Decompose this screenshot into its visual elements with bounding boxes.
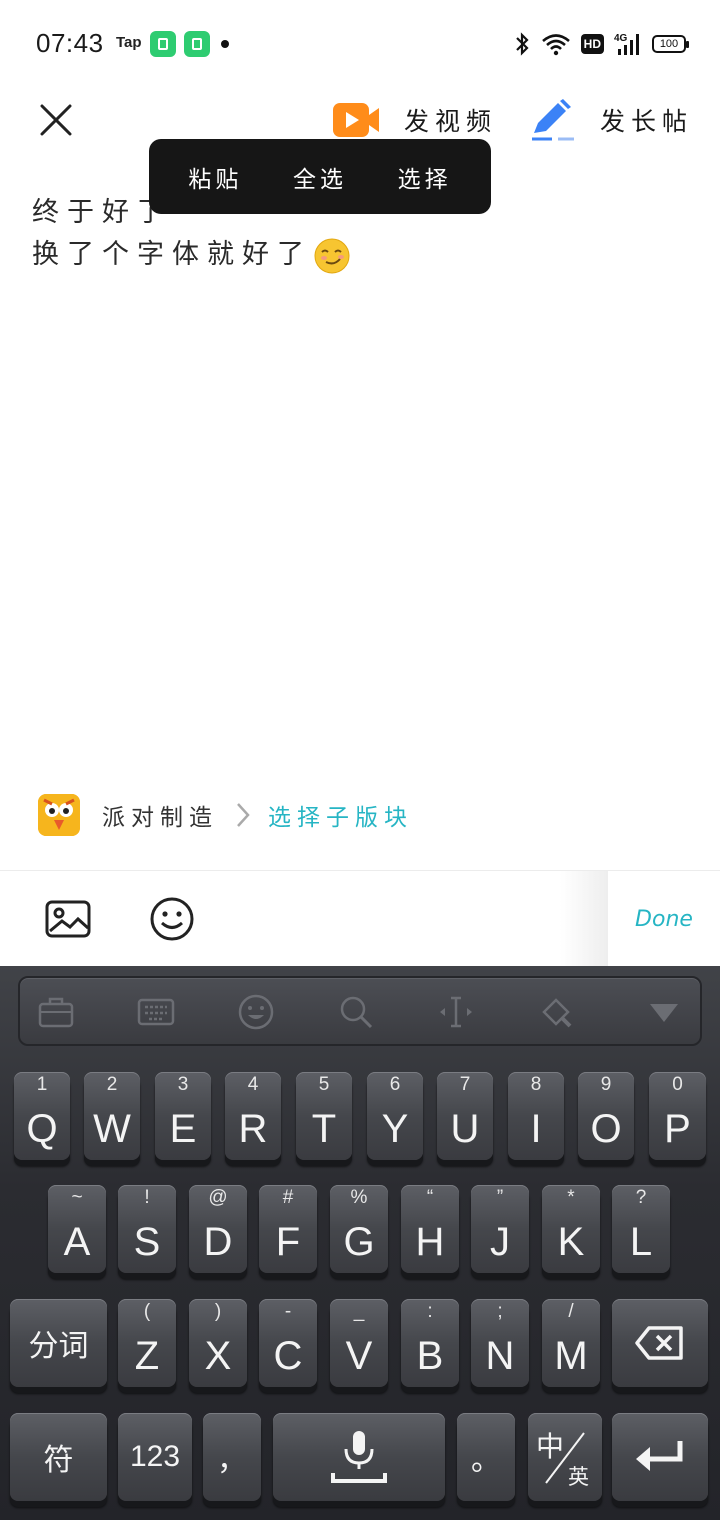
key-t[interactable]: 5T xyxy=(296,1072,352,1160)
key-d[interactable]: @ D xyxy=(189,1185,247,1273)
key-s[interactable]: ! S xyxy=(118,1185,176,1273)
key-f[interactable]: # F xyxy=(259,1185,317,1273)
symbol-key[interactable]: 符 xyxy=(10,1413,107,1501)
backspace-key[interactable] xyxy=(612,1299,708,1387)
hd-voice-icon: HD xyxy=(580,34,604,54)
key-u[interactable]: 7U xyxy=(437,1072,493,1160)
soft-keyboard: 1Q 2W 3E 4R 5T 6Y 7U 8I 9O 0P ~ A ! S @ D #… xyxy=(0,966,720,1520)
key-z[interactable]: (Z xyxy=(118,1299,176,1387)
comma-key[interactable]: ， xyxy=(203,1413,261,1501)
period-key[interactable]: 。 xyxy=(457,1413,515,1501)
battery-icon: 100 xyxy=(652,35,689,53)
key-w[interactable]: 2W xyxy=(84,1072,140,1160)
enter-icon xyxy=(636,1441,683,1471)
cursor-move-icon[interactable] xyxy=(436,992,476,1032)
taptap-notification-icon: Tap xyxy=(116,34,142,51)
lang-english-label: 英 xyxy=(568,1465,589,1489)
board-selector[interactable]: 派对制造 选择子版块 xyxy=(38,792,413,838)
voice-input-key[interactable] xyxy=(273,1413,445,1501)
collapse-keyboard-icon[interactable] xyxy=(644,992,684,1032)
paste-menu-item[interactable]: 粘贴 xyxy=(188,160,242,194)
key-g[interactable]: % G xyxy=(330,1185,388,1273)
select-sub-board-link[interactable]: 选择子版块 xyxy=(268,798,413,832)
post-line-2: 换了个字体就好了 xyxy=(32,234,350,276)
post-video-button[interactable]: 发视频 xyxy=(332,96,497,144)
key-o[interactable]: 9O xyxy=(578,1072,634,1160)
key-j[interactable]: ” J xyxy=(471,1185,529,1273)
keyboard-toolbar xyxy=(18,976,702,1046)
bluetooth-icon xyxy=(515,32,529,56)
post-long-article-button[interactable]: 发长帖 xyxy=(530,96,693,144)
key-q[interactable]: 1Q xyxy=(14,1072,70,1160)
key-m[interactable]: / M xyxy=(542,1299,600,1387)
status-bar: 07:43 Tap HD 4G 100 xyxy=(0,0,720,88)
key-a[interactable]: ~ A xyxy=(48,1185,106,1273)
select-all-menu-item[interactable]: 全选 xyxy=(293,160,347,194)
key-h[interactable]: “H xyxy=(401,1185,459,1273)
enter-key[interactable] xyxy=(612,1413,708,1501)
toolbar-fade xyxy=(560,871,608,967)
key-c[interactable]: -C xyxy=(259,1299,317,1387)
app-notification-icon xyxy=(150,31,176,57)
keyboard-layout-icon[interactable] xyxy=(136,992,176,1032)
status-icons: HD 4G 100 xyxy=(513,30,689,58)
key-v[interactable]: _ V xyxy=(330,1299,388,1387)
pen-icon xyxy=(532,99,574,141)
battery-app-notification-icon xyxy=(184,31,210,57)
key-k[interactable]: * K xyxy=(542,1185,600,1273)
key-b[interactable]: :B xyxy=(401,1299,459,1387)
skin-theme-icon[interactable] xyxy=(536,992,576,1032)
segment-key[interactable]: 分词 xyxy=(10,1299,107,1387)
backspace-icon xyxy=(635,1326,683,1360)
cellular-signal-icon: 4G xyxy=(614,33,639,55)
emoji-icon[interactable] xyxy=(148,895,196,943)
video-camera-icon xyxy=(333,103,379,137)
smirk-emoji-icon xyxy=(314,238,350,273)
key-r[interactable]: 4R xyxy=(225,1072,281,1160)
key-i[interactable]: 8I xyxy=(508,1072,564,1160)
wifi-icon xyxy=(541,34,570,56)
status-time: 07:43 xyxy=(36,28,104,58)
key-p[interactable]: 0P xyxy=(649,1072,706,1160)
more-notifications-dot xyxy=(221,40,229,48)
lang-divider xyxy=(545,1432,585,1484)
svg-text:4G: 4G xyxy=(614,33,628,44)
board-name: 派对制造 xyxy=(102,805,218,831)
emoji-icon[interactable] xyxy=(236,992,276,1032)
language-switch-key[interactable]: 中 英 xyxy=(528,1413,602,1501)
toolbox-icon[interactable] xyxy=(36,992,76,1032)
post-long-article-label: 发长帖 xyxy=(600,107,694,136)
chevron-right-icon xyxy=(237,803,250,827)
numbers-key[interactable]: 123 xyxy=(118,1413,192,1501)
close-icon xyxy=(40,104,72,136)
close-button[interactable] xyxy=(36,100,76,140)
key-y[interactable]: 6Y xyxy=(367,1072,423,1160)
text-context-menu: 粘贴 全选 选择 xyxy=(149,139,491,214)
microphone-icon xyxy=(331,1431,387,1483)
key-x[interactable]: ) X xyxy=(189,1299,247,1387)
key-e[interactable]: 3E xyxy=(155,1072,211,1160)
key-l[interactable]: ? L xyxy=(612,1185,670,1273)
post-video-label: 发视频 xyxy=(404,107,498,136)
search-icon[interactable] xyxy=(336,992,376,1032)
insert-image-icon[interactable] xyxy=(44,895,92,943)
compose-toolbar: Done xyxy=(0,870,720,967)
done-button[interactable]: Done xyxy=(608,871,720,967)
select-menu-item[interactable]: 选择 xyxy=(398,160,452,194)
key-n[interactable]: ; N xyxy=(471,1299,529,1387)
board-avatar-icon xyxy=(38,794,80,836)
